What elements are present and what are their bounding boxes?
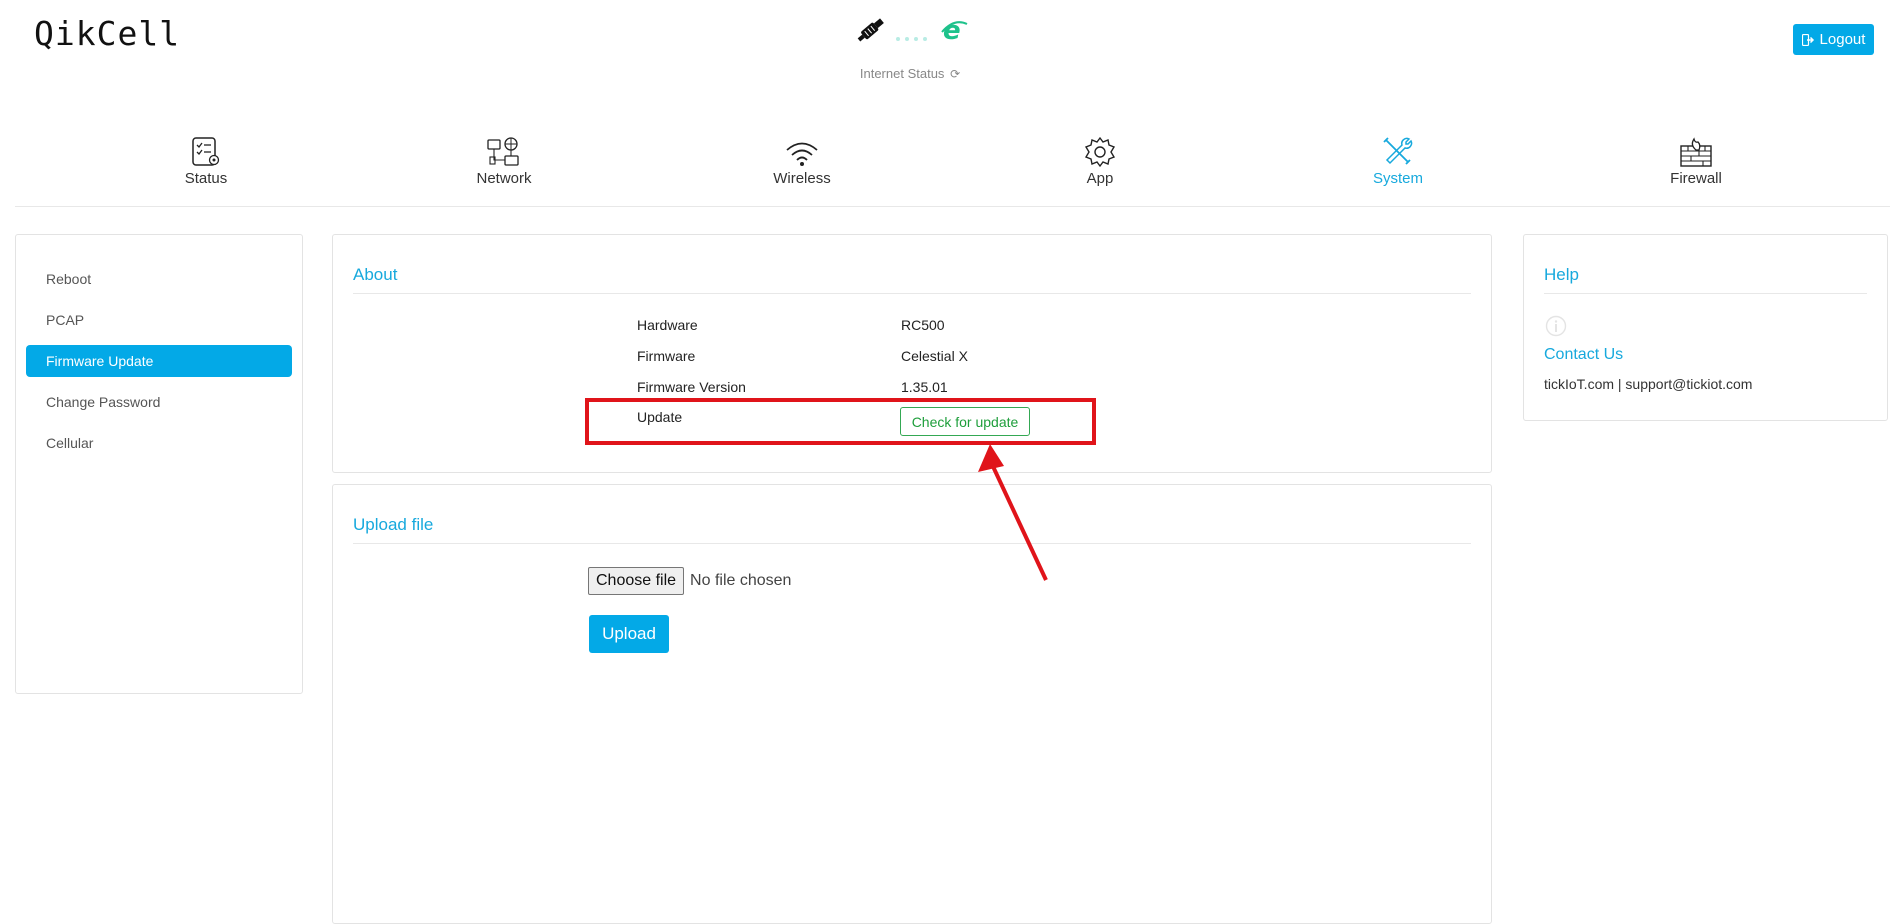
nav-wireless-label: Wireless — [773, 170, 831, 187]
upload-panel: Upload file Choose file No file chosen U… — [332, 484, 1492, 924]
nav-firewall-label: Firewall — [1670, 170, 1722, 187]
nav-system[interactable]: System — [1328, 130, 1468, 187]
svg-text:e: e — [943, 16, 961, 44]
brand-logo: QikCell — [34, 14, 181, 53]
logout-label: Logout — [1819, 31, 1866, 48]
internet-status-label: Internet Status — [859, 66, 945, 81]
upload-button[interactable]: Upload — [589, 615, 669, 653]
info-icon — [1545, 315, 1567, 337]
contact-info: tickIoT.com | support@tickiot.com — [1544, 376, 1753, 392]
logout-button[interactable]: Logout — [1793, 24, 1874, 55]
red-arrow-annotation — [978, 444, 1048, 581]
sidebar-item-pcap[interactable]: PCAP — [26, 304, 292, 336]
help-title: Help — [1544, 265, 1867, 294]
sign-out-icon — [1801, 33, 1814, 46]
file-input[interactable]: Choose file No file chosen — [588, 567, 791, 595]
wifi-icon — [786, 142, 818, 166]
tools-icon — [1383, 137, 1413, 165]
internet-e-icon: e — [941, 16, 968, 44]
sidebar-item-cellular[interactable]: Cellular — [26, 427, 292, 459]
firmware-value: Celestial X — [901, 348, 968, 364]
firmware-label: Firmware — [637, 348, 696, 364]
firmware-version-label: Firmware Version — [637, 379, 746, 395]
nav-network[interactable]: Network — [434, 130, 574, 187]
firewall-icon — [1680, 137, 1712, 167]
sidebar-item-change-password[interactable]: Change Password — [26, 386, 292, 418]
upload-title: Upload file — [353, 515, 1471, 544]
sidebar-item-reboot[interactable]: Reboot — [26, 263, 292, 295]
hardware-value: RC500 — [901, 317, 945, 333]
nav-network-label: Network — [476, 170, 532, 187]
gear-icon — [1084, 136, 1116, 168]
top-navigation: Status Network Wireless App System Firew… — [15, 130, 1890, 207]
hardware-label: Hardware — [637, 317, 698, 333]
nav-wireless[interactable]: Wireless — [732, 130, 872, 187]
nav-status-label: Status — [184, 170, 228, 187]
refresh-icon[interactable]: ⟳ — [950, 67, 960, 81]
nav-app[interactable]: App — [1030, 130, 1170, 187]
nav-status[interactable]: Status — [136, 130, 276, 187]
sidebar-item-firmware-update[interactable]: Firmware Update — [26, 345, 292, 377]
internet-status[interactable]: e Internet Status ⟳ — [840, 10, 980, 81]
no-file-chosen-text: No file chosen — [690, 572, 792, 589]
ethernet-plug-icon — [857, 18, 884, 42]
nav-app-label: App — [1086, 170, 1114, 187]
help-panel: Help Contact Us tickIoT.com | support@ti… — [1523, 234, 1888, 421]
nav-firewall[interactable]: Firewall — [1626, 130, 1766, 187]
firmware-version-value: 1.35.01 — [901, 379, 948, 395]
sidebar: Reboot PCAP Firmware Update Change Passw… — [15, 234, 303, 694]
about-title: About — [353, 265, 1471, 294]
connection-dots — [896, 28, 932, 46]
choose-file-button[interactable]: Choose file — [588, 567, 685, 595]
nav-system-label: System — [1372, 170, 1423, 187]
contact-us-title: Contact Us — [1544, 346, 1624, 363]
checklist-gear-icon — [192, 137, 220, 166]
network-devices-icon — [487, 137, 519, 166]
